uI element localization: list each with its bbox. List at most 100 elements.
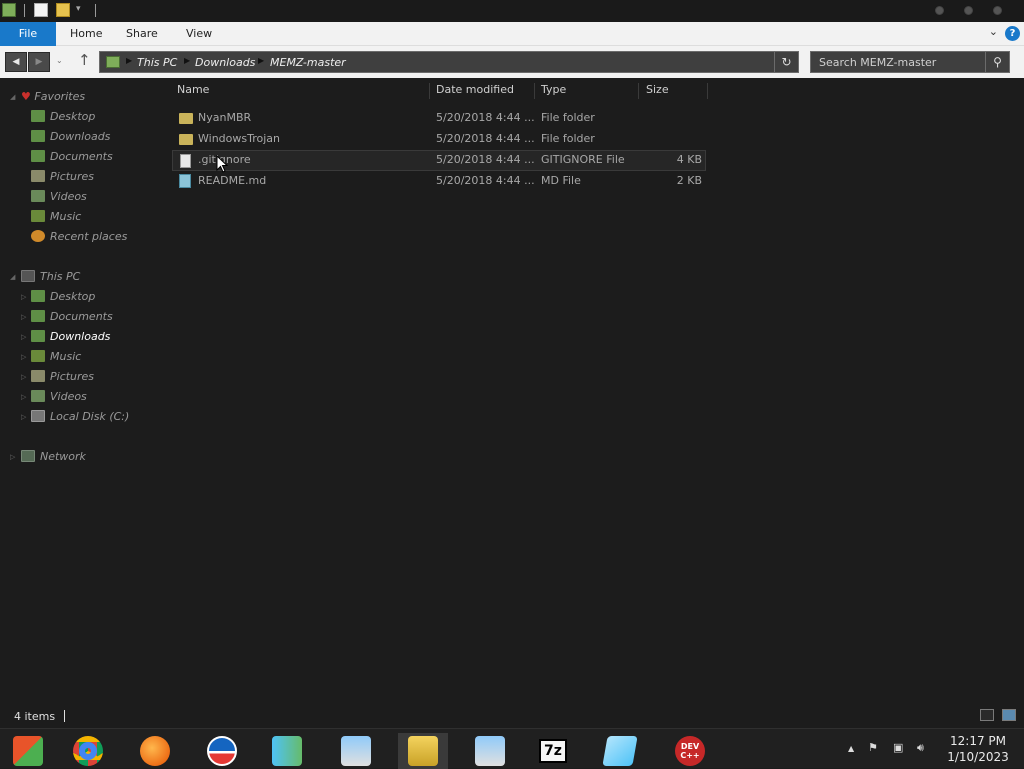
network-tray-icon[interactable]: ▣ [893, 741, 903, 754]
file-row[interactable]: README.md 5/20/2018 4:44 ... MD File 2 K… [172, 171, 706, 192]
start-button[interactable] [3, 733, 53, 769]
column-header-size[interactable]: Size [646, 80, 669, 100]
column-divider[interactable] [707, 83, 708, 99]
firefox-button[interactable] [130, 733, 180, 769]
tab-home[interactable]: Home [70, 22, 102, 46]
clock[interactable]: 12:17 PM 1/10/2023 [944, 733, 1012, 765]
file-name: README.md [198, 174, 267, 187]
installer-icon [475, 736, 505, 766]
chevron-right-icon: ▶ [126, 56, 133, 65]
sidebar-item-pictures[interactable]: Pictures [31, 167, 94, 187]
sidebar-item-pc-desktop[interactable]: Desktop [31, 287, 95, 307]
obama-logo-button[interactable] [197, 733, 247, 769]
file-size: 4 KB [676, 153, 702, 166]
expand-icon[interactable]: ▷ [21, 373, 26, 381]
help-icon[interactable]: ? [1005, 26, 1020, 41]
crumb-downloads[interactable]: Downloads [195, 56, 255, 69]
sidebar-item-pc-music[interactable]: Music [31, 347, 81, 367]
tab-share[interactable]: Share [126, 22, 158, 46]
sidebar-item-pc-downloads[interactable]: Downloads [31, 327, 110, 347]
crumb-memz-master[interactable]: MEMZ-master [270, 56, 346, 69]
large-icons-view-icon[interactable] [1002, 709, 1016, 721]
new-folder-icon[interactable] [56, 3, 70, 17]
expand-icon[interactable]: ▷ [10, 453, 15, 461]
navigation-bar: ◀ ▶ ⌄ ↑ ▶ This PC ▶ Downloads ▶ MEMZ-mas… [0, 46, 1024, 78]
downloads-icon [31, 130, 45, 142]
column-header-name[interactable]: Name [177, 80, 209, 100]
installer-button[interactable] [331, 733, 381, 769]
sidebar-item-videos[interactable]: Videos [31, 187, 87, 207]
back-button[interactable]: ◀ [5, 52, 27, 72]
videos-icon [31, 390, 45, 402]
sidebar-item-local-disk[interactable]: Local Disk (C:) [31, 407, 129, 427]
file-type: MD File [541, 174, 581, 187]
expand-icon[interactable]: ▷ [21, 333, 26, 341]
tab-file[interactable]: File [0, 22, 56, 46]
expand-ribbon-icon[interactable]: ⌄ [989, 25, 998, 38]
volume-icon[interactable]: 🔊︎ [917, 741, 924, 755]
expand-icon[interactable]: ▷ [21, 353, 26, 361]
people-button[interactable] [262, 733, 312, 769]
customize-toolbar-icon[interactable]: ▾ [76, 4, 81, 14]
chrome-button[interactable] [63, 733, 113, 769]
maximize-button[interactable] [964, 6, 973, 15]
file-explorer-button[interactable] [398, 733, 448, 769]
sidebar-item-documents[interactable]: Documents [31, 147, 113, 167]
column-header-date[interactable]: Date modified [436, 80, 514, 100]
sidebar-item-desktop[interactable]: Desktop [31, 107, 95, 127]
expand-icon[interactable]: ▷ [21, 293, 26, 301]
file-row[interactable]: .gitignore 5/20/2018 4:44 ... GITIGNORE … [172, 150, 706, 171]
installer-button-2[interactable] [465, 733, 515, 769]
sidebar-item-pc-videos[interactable]: Videos [31, 387, 87, 407]
search-icon[interactable]: ⚲ [985, 52, 1009, 72]
drive-icon [31, 410, 45, 422]
title-bar: ▾ [0, 0, 1024, 22]
pictures-icon [31, 370, 45, 382]
clock-time: 12:17 PM [950, 734, 1006, 748]
up-button[interactable]: ↑ [78, 51, 91, 69]
collapse-icon[interactable]: ◢ [10, 273, 15, 281]
sidebar-this-pc[interactable]: This PC [21, 267, 80, 287]
minimize-button[interactable] [935, 6, 944, 15]
devcpp-button[interactable]: DEV C++ [665, 733, 715, 769]
search-input[interactable] [811, 52, 986, 72]
notepad-button[interactable] [595, 733, 645, 769]
flag-icon[interactable]: ⚑ [868, 741, 878, 754]
sidebar-item-downloads[interactable]: Downloads [31, 127, 110, 147]
file-explorer-icon [408, 736, 438, 766]
properties-icon[interactable] [34, 3, 48, 17]
column-divider[interactable] [429, 83, 430, 99]
column-header-type[interactable]: Type [541, 80, 566, 100]
column-divider[interactable] [534, 83, 535, 99]
expand-icon[interactable]: ▷ [21, 413, 26, 421]
recent-locations-icon[interactable]: ⌄ [56, 56, 63, 65]
column-divider[interactable] [638, 83, 639, 99]
sidebar-network[interactable]: Network [21, 447, 86, 467]
installer-icon [341, 736, 371, 766]
address-bar[interactable]: ▶ This PC ▶ Downloads ▶ MEMZ-master ↻ [99, 51, 799, 73]
sidebar-item-recent-places[interactable]: Recent places [31, 227, 127, 247]
explorer-icon[interactable] [2, 3, 16, 17]
crumb-this-pc[interactable]: This PC [137, 56, 177, 69]
music-icon [31, 210, 45, 222]
expand-icon[interactable]: ▷ [21, 393, 26, 401]
show-hidden-icons-icon[interactable]: ▲ [848, 744, 854, 753]
expand-icon[interactable]: ▷ [21, 313, 26, 321]
file-row[interactable]: NyanMBR 5/20/2018 4:44 ... File folder [172, 108, 706, 129]
7zip-button[interactable]: 7z [528, 733, 578, 769]
refresh-button[interactable]: ↻ [774, 52, 798, 72]
close-button[interactable] [993, 6, 1002, 15]
search-box[interactable]: ⚲ [810, 51, 1010, 73]
sidebar-item-music[interactable]: Music [31, 207, 81, 227]
details-view-icon[interactable] [980, 709, 994, 721]
computer-icon [21, 270, 35, 282]
sidebar-item-pc-documents[interactable]: Documents [31, 307, 113, 327]
sidebar-item-pc-pictures[interactable]: Pictures [31, 367, 94, 387]
file-row[interactable]: WindowsTrojan 5/20/2018 4:44 ... File fo… [172, 129, 706, 150]
forward-button[interactable]: ▶ [28, 52, 50, 72]
collapse-icon[interactable]: ◢ [10, 93, 15, 101]
sidebar-favorites[interactable]: ♥ Favorites [21, 87, 85, 107]
tab-view[interactable]: View [186, 22, 212, 46]
chevron-right-icon: ▶ [184, 56, 191, 65]
file-name: NyanMBR [198, 111, 252, 124]
